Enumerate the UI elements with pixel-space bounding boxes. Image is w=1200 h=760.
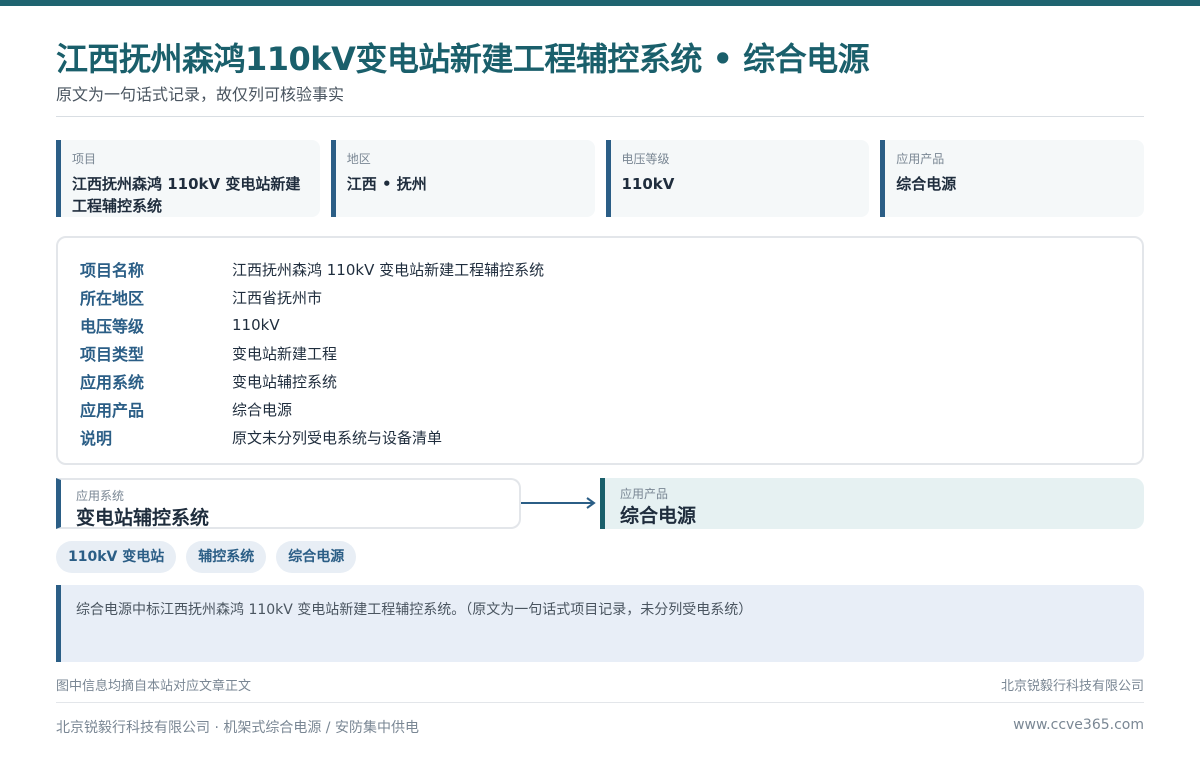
detail-key: 项目类型 <box>80 345 145 364</box>
website-url: www.ccve365.com <box>1013 717 1144 733</box>
card-label: 电压等级 <box>621 152 670 166</box>
top-accent-bar <box>0 0 1200 6</box>
flow-value: 变电站辅控系统 <box>76 507 210 529</box>
detail-key: 所在地区 <box>80 289 145 308</box>
details-panel: 项目名称 江西抚州森鸿 110kV 变电站新建工程辅控系统 所在地区 江西省抚州… <box>56 236 1144 465</box>
tag-list: 110kV 变电站 辅控系统 综合电源 <box>56 541 357 573</box>
card-value: 江西 • 抚州 <box>346 175 427 193</box>
tag-chip: 综合电源 <box>276 541 357 573</box>
detail-row: 项目类型 变电站新建工程 <box>80 339 1142 367</box>
card-value: 综合电源 <box>896 175 957 193</box>
detail-key: 项目名称 <box>80 261 145 280</box>
detail-key: 电压等级 <box>80 317 145 336</box>
summary-cards: 项目 江西抚州森鸿 110kV 变电站新建工程辅控系统 地区 江西 • 抚州 电… <box>56 140 1144 217</box>
flow-system-box: 应用系统 变电站辅控系统 <box>56 478 521 529</box>
summary-card-voltage: 电压等级 110kV <box>605 140 870 217</box>
detail-row: 所在地区 江西省抚州市 <box>80 283 1142 311</box>
summary-card-region: 地区 江西 • 抚州 <box>330 140 595 217</box>
arrow-right-icon <box>521 497 596 509</box>
detail-row: 应用产品 综合电源 <box>80 395 1142 423</box>
card-value: 江西抚州森鸿 110kV 变电站新建工程辅控系统 <box>72 175 301 215</box>
source-note: 图中信息均摘自本站对应文章正文 <box>56 679 252 694</box>
card-label: 地区 <box>346 152 371 166</box>
page-title: 江西抚州森鸿110kV变电站新建工程辅控系统 • 综合电源 <box>56 40 870 78</box>
summary-note: 综合电源中标江西抚州森鸿 110kV 变电站新建工程辅控系统。（原文为一句话式项… <box>56 585 1144 662</box>
page-subtitle: 原文为一句话式记录，故仅列可核验事实 <box>56 85 345 104</box>
card-label: 项目 <box>72 152 97 166</box>
detail-row: 项目名称 江西抚州森鸿 110kV 变电站新建工程辅控系统 <box>80 255 1142 283</box>
detail-key: 应用系统 <box>80 373 145 392</box>
detail-value: 江西抚州森鸿 110kV 变电站新建工程辅控系统 <box>232 260 545 279</box>
detail-value: 江西省抚州市 <box>232 288 323 307</box>
flow-product-box: 应用产品 综合电源 <box>600 478 1144 529</box>
summary-card-project: 项目 江西抚州森鸿 110kV 变电站新建工程辅控系统 <box>56 140 320 217</box>
flow-value: 综合电源 <box>620 505 697 527</box>
tag-chip: 辅控系统 <box>186 541 267 573</box>
company-credit: 北京锐毅行科技有限公司 <box>1000 679 1144 694</box>
detail-key: 说明 <box>80 429 113 448</box>
header-divider <box>56 116 1144 117</box>
detail-value: 110kV <box>232 316 280 334</box>
flow-label: 应用产品 <box>620 487 669 501</box>
card-value: 110kV <box>621 175 675 193</box>
flow-label: 应用系统 <box>76 489 125 503</box>
detail-row: 电压等级 110kV <box>80 311 1142 339</box>
card-label: 应用产品 <box>896 152 945 166</box>
detail-row: 说明 原文未分列受电系统与设备清单 <box>80 423 1142 451</box>
detail-value: 综合电源 <box>232 400 293 419</box>
company-tagline: 北京锐毅行科技有限公司 · 机架式综合电源 / 安防集中供电 <box>56 720 419 736</box>
detail-row: 应用系统 变电站辅控系统 <box>80 367 1142 395</box>
detail-value: 原文未分列受电系统与设备清单 <box>232 428 443 447</box>
detail-value: 变电站辅控系统 <box>232 372 338 391</box>
detail-value: 变电站新建工程 <box>232 344 338 363</box>
summary-card-product: 应用产品 综合电源 <box>880 140 1144 217</box>
footer-divider <box>56 702 1144 703</box>
tag-chip: 110kV 变电站 <box>56 541 177 573</box>
detail-key: 应用产品 <box>80 401 145 420</box>
